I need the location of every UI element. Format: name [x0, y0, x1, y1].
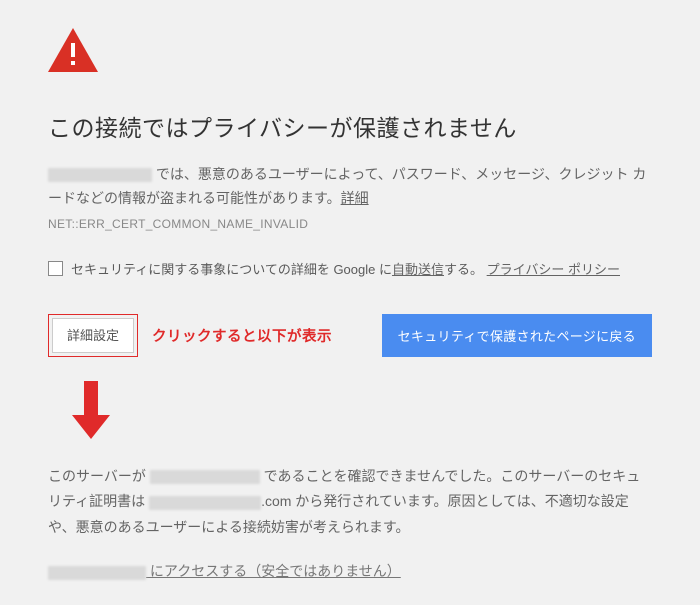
proceed-link[interactable]: にアクセスする（安全ではありません） [146, 563, 401, 579]
optin-text: セキュリティに関する事象についての詳細を Google に自動送信する。 プライ… [71, 259, 620, 278]
details-paragraph: このサーバーが であることを確認できませんでした。このサーバーのセキュリティ証明… [48, 464, 652, 542]
back-to-safety-button[interactable]: セキュリティで保護されたページに戻る [382, 314, 652, 357]
privacy-policy-link[interactable]: プライバシー ポリシー [487, 262, 620, 277]
redacted-server [150, 470, 260, 484]
down-arrow-icon [72, 381, 652, 442]
annotation-text: クリックすると以下が表示 [152, 325, 332, 346]
optin-checkbox[interactable] [48, 261, 63, 276]
proceed-row: にアクセスする（安全ではありません） [48, 561, 652, 581]
page-title: この接続ではプライバシーが保護されません [48, 109, 652, 143]
body-paragraph: では、悪意のあるユーザーによって、パスワード、メッセージ、クレジット カードなど… [48, 163, 652, 211]
redacted-domain [48, 168, 152, 182]
error-code: NET::ERR_CERT_COMMON_NAME_INVALID [48, 217, 652, 231]
redacted-issuer [149, 496, 261, 510]
advanced-button[interactable]: 詳細設定 [52, 318, 134, 353]
warning-triangle-icon [48, 28, 652, 75]
redacted-proceed-domain [48, 566, 146, 580]
advanced-button-highlight: 詳細設定 [48, 314, 138, 357]
optin-row: セキュリティに関する事象についての詳細を Google に自動送信する。 プライ… [48, 259, 652, 278]
auto-send-link[interactable]: 自動送信 [392, 262, 444, 277]
learn-more-link[interactable]: 詳細 [341, 190, 369, 206]
button-row: 詳細設定 クリックすると以下が表示 セキュリティで保護されたページに戻る [48, 314, 652, 357]
